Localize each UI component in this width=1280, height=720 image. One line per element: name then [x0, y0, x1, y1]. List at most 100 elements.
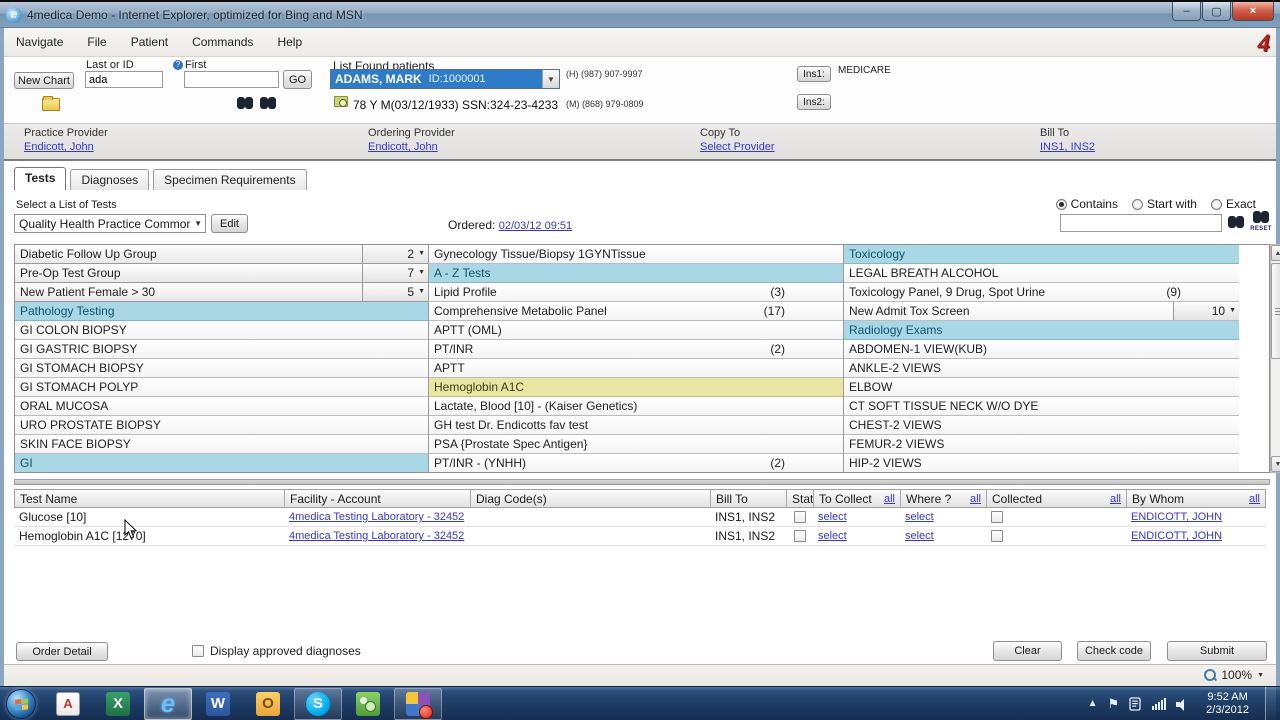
select-all-link[interactable]: all [970, 493, 981, 505]
select-all-link[interactable]: all [884, 493, 895, 505]
volume-icon[interactable] [1176, 698, 1190, 710]
submit-button[interactable]: Submit [1167, 641, 1267, 661]
test-item-row[interactable]: PSA {Prostate Spec Antigen} [429, 435, 843, 454]
network-signal-icon[interactable] [1152, 698, 1166, 710]
grid-scrollbar[interactable]: ▲ ▼ [1270, 244, 1280, 473]
test-count-dropdown[interactable]: 5▼ [362, 283, 428, 301]
title-bar[interactable]: e 4medica Demo - Internet Explorer, opti… [0, 2, 1280, 28]
last-or-id-input[interactable] [85, 71, 163, 88]
test-item-row[interactable]: New Patient Female > 305▼ [15, 283, 428, 302]
ins2-button[interactable]: Ins2: [797, 94, 831, 110]
test-item-row[interactable]: New Admit Tox Screen10▼ [844, 302, 1239, 321]
tab-tests[interactable]: Tests [14, 167, 66, 190]
test-item-row[interactable]: ELBOW [844, 378, 1239, 397]
found-patient-select[interactable]: ADAMS, MARK ID:1000001 ▼ [330, 69, 560, 89]
by-whom-link[interactable]: ENDICOTT, JOHN [1131, 511, 1222, 523]
menu-help[interactable]: Help [277, 35, 302, 49]
select-all-link[interactable]: all [1110, 493, 1121, 505]
stat-checkbox[interactable] [794, 511, 806, 523]
test-item-row[interactable]: CT SOFT TISSUE NECK W/O DYE [844, 397, 1239, 416]
radio-contains[interactable]: Contains [1056, 197, 1118, 211]
to-collect-select-link[interactable]: select [818, 530, 847, 542]
maximize-button[interactable]: ▢ [1202, 2, 1231, 21]
radio-start-with-dot[interactable] [1132, 199, 1143, 210]
test-item-row[interactable]: GI GASTRIC BIOPSY [15, 340, 428, 359]
facility-link[interactable]: 4medica Testing Laboratory - 32452 [289, 530, 464, 542]
collected-checkbox[interactable] [991, 530, 1003, 542]
action-center-flag-icon[interactable]: ⚑ [1108, 696, 1120, 712]
test-count-dropdown[interactable]: 10▼ [1173, 302, 1239, 320]
test-item-row[interactable]: Hemoglobin A1C [429, 378, 843, 397]
scroll-down-button[interactable]: ▼ [1271, 456, 1280, 472]
test-item-row[interactable]: GI STOMACH POLYP [15, 378, 428, 397]
check-code-button[interactable]: Check code [1077, 641, 1151, 661]
chevron-down-icon[interactable]: ▼ [542, 70, 559, 88]
test-item-row[interactable]: Comprehensive Metabolic Panel(17) [429, 302, 843, 321]
photo-camera-icon[interactable] [334, 96, 348, 107]
radio-contains-dot[interactable] [1056, 199, 1067, 210]
skype-taskbar-button[interactable]: S [294, 688, 342, 720]
test-item-row[interactable]: ORAL MUCOSA [15, 397, 428, 416]
clock[interactable]: 9:52 AM 2/3/2012 [1200, 691, 1255, 717]
outlook-taskbar-button[interactable]: O [244, 688, 292, 720]
stat-checkbox[interactable] [794, 530, 806, 542]
clear-button[interactable]: Clear [993, 641, 1062, 661]
ie-taskbar-button[interactable]: e [144, 688, 192, 720]
zoom-control[interactable]: 100% ▼ [1204, 668, 1264, 682]
ins1-button[interactable]: Ins1: [797, 66, 831, 82]
tab-specimen-requirements[interactable]: Specimen Requirements [153, 169, 306, 190]
menu-commands[interactable]: Commands [192, 35, 253, 49]
test-item-row[interactable]: Toxicology Panel, 9 Drug, Spot Urine(9) [844, 283, 1239, 302]
test-category-row[interactable]: GI [15, 454, 428, 472]
test-item-row[interactable]: Diabetic Follow Up Group2▼ [15, 245, 428, 264]
reset-search-icon[interactable] [1253, 211, 1269, 223]
collected-checkbox[interactable] [991, 511, 1003, 523]
menu-patient[interactable]: Patient [131, 35, 168, 49]
test-category-row[interactable]: A - Z Tests [429, 264, 843, 283]
test-item-row[interactable]: Pre-Op Test Group7▼ [15, 264, 428, 283]
tray-expand-icon[interactable]: ▲ [1088, 698, 1098, 709]
where-select-link[interactable]: select [905, 530, 934, 542]
test-list-select[interactable]: Quality Health Practice Commor ▼ [14, 214, 206, 233]
new-chart-button[interactable]: New Chart [14, 72, 74, 89]
test-item-row[interactable]: FEMUR-2 VIEWS [844, 435, 1239, 454]
help-icon[interactable]: ? [173, 60, 183, 70]
test-category-row[interactable]: Radiology Exams [844, 321, 1239, 340]
test-count-dropdown[interactable]: 2▼ [362, 245, 428, 263]
where-select-link[interactable]: select [905, 511, 934, 523]
test-item-row[interactable]: ABDOMEN-1 VIEW(KUB) [844, 340, 1239, 359]
test-item-row[interactable]: LEGAL BREATH ALCOHOL [844, 264, 1239, 283]
recorder-taskbar-button[interactable] [394, 688, 442, 720]
chart-folder-icon[interactable] [42, 98, 60, 111]
test-item-row[interactable]: CHEST-2 VIEWS [844, 416, 1239, 435]
facility-link[interactable]: 4medica Testing Laboratory - 32452 [289, 511, 464, 523]
advanced-search-icon[interactable] [260, 97, 276, 109]
test-item-row[interactable]: Lipid Profile(3) [429, 283, 843, 302]
radio-exact-dot[interactable] [1211, 199, 1222, 210]
to-collect-select-link[interactable]: select [818, 511, 847, 523]
minimize-button[interactable]: – [1172, 2, 1201, 21]
select-all-link[interactable]: all [1249, 493, 1260, 505]
test-category-row[interactable]: Toxicology [844, 245, 1239, 264]
reset-search[interactable]: RESET [1250, 211, 1272, 232]
ordering-provider-link[interactable]: Endicott, John [368, 141, 455, 153]
close-button[interactable]: × [1232, 2, 1274, 21]
display-diagnoses-checkbox[interactable] [192, 645, 204, 657]
first-name-input[interactable] [184, 71, 279, 88]
test-item-row[interactable]: URO PROSTATE BIOPSY [15, 416, 428, 435]
test-item-row[interactable]: GI STOMACH BIOPSY [15, 359, 428, 378]
pane-splitter[interactable] [14, 479, 1270, 485]
test-item-row[interactable]: GI COLON BIOPSY [15, 321, 428, 340]
menu-file[interactable]: File [87, 35, 106, 49]
notepad-taskbar-button[interactable]: A [44, 688, 92, 720]
test-category-row[interactable]: Pathology Testing [15, 302, 428, 321]
test-item-row[interactable]: PT/INR - (YNHH)(2) [429, 454, 843, 472]
test-item-row[interactable]: PT/INR(2) [429, 340, 843, 359]
patient-person-icon[interactable] [18, 94, 32, 116]
copy-to-link[interactable]: Select Provider [700, 141, 775, 153]
test-item-row[interactable]: APTT (OML) [429, 321, 843, 340]
tab-diagnoses[interactable]: Diagnoses [70, 169, 149, 190]
edit-list-button[interactable]: Edit [211, 214, 248, 233]
search-patient-icon[interactable] [237, 97, 253, 109]
chevron-down-icon[interactable]: ▼ [1257, 672, 1264, 679]
